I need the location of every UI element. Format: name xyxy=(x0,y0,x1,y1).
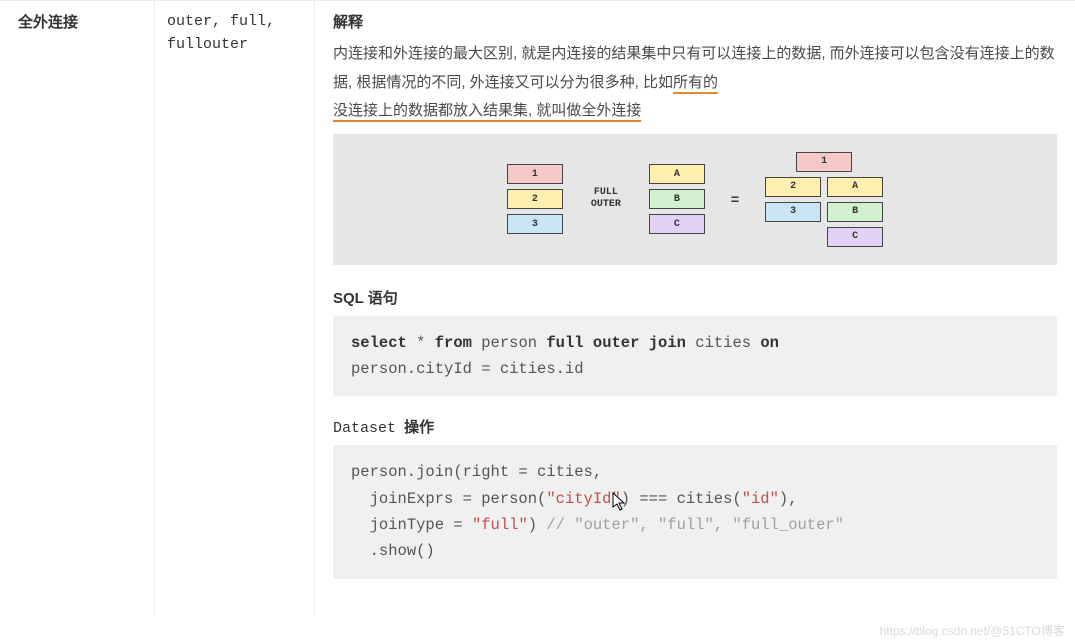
op-line2: OUTER xyxy=(591,199,621,210)
desc-underline-1: 所有的 xyxy=(673,74,718,94)
diagram-cell: C xyxy=(827,227,883,247)
diagram-cell: 3 xyxy=(765,202,821,222)
txt xyxy=(639,334,648,352)
equals-sign: = xyxy=(727,191,743,207)
kw-outer: outer xyxy=(593,334,640,352)
ds-l2c: ), xyxy=(779,490,798,508)
sql-line2: person.cityId = cities.id xyxy=(351,360,584,378)
txt: * xyxy=(407,334,435,352)
diagram-cell: C xyxy=(649,214,705,234)
keywords-cell: outer, full, fullouter xyxy=(155,1,315,615)
sql-code-block: select * from person full outer join cit… xyxy=(333,316,1057,397)
dataset-code-block: person.join(right = cities, joinExprs = … xyxy=(333,445,1057,578)
ds-l3s: "full" xyxy=(472,516,528,534)
ds-l1: person.join(right = cities, xyxy=(351,463,602,481)
txt: person xyxy=(472,334,546,352)
kw-full: full xyxy=(546,334,583,352)
diagram-cell: B xyxy=(827,202,883,222)
section-title-explain: 解释 xyxy=(333,11,1057,32)
ds-l3a: joinType = xyxy=(351,516,472,534)
ds-l2a: joinExprs = person( xyxy=(351,490,546,508)
diagram-cell: 3 xyxy=(507,214,563,234)
kw-on: on xyxy=(760,334,779,352)
section-title-sql: SQL 语句 xyxy=(333,287,1057,308)
ds-comment: // "outer", "full", "full_outer" xyxy=(546,516,844,534)
dataset-mono: Dataset xyxy=(333,420,396,437)
kw-from: from xyxy=(435,334,472,352)
ds-l4: .show() xyxy=(351,542,435,560)
ds-l3b: ) xyxy=(528,516,547,534)
section-title-dataset: Dataset 操作 xyxy=(333,416,1057,437)
ds-l2s1: "cityId" xyxy=(546,490,620,508)
kw-join: join xyxy=(649,334,686,352)
desc-underline-2: 没连接上的数据都放入结果集, 就叫做全外连接 xyxy=(333,102,641,122)
diagram-cell: A xyxy=(827,177,883,197)
diagram-operator: FULL OUTER xyxy=(585,187,627,211)
watermark-text: https://blog.csdn.net/@51CTO博客 xyxy=(880,622,1065,639)
diagram-cell: 2 xyxy=(765,177,821,197)
kw-select: select xyxy=(351,334,407,352)
diagram-cell: 2 xyxy=(507,189,563,209)
diagram-cell: 1 xyxy=(507,164,563,184)
diagram-cell: 1 xyxy=(796,152,852,172)
description-text: 内连接和外连接的最大区别, 就是内连接的结果集中只有可以连接上的数据, 而外连接… xyxy=(333,40,1057,126)
diagram-cell: B xyxy=(649,189,705,209)
op-line1: FULL xyxy=(594,187,618,198)
dataset-rest: 操作 xyxy=(400,419,434,436)
content-cell: 解释 内连接和外连接的最大区别, 就是内连接的结果集中只有可以连接上的数据, 而… xyxy=(315,1,1075,615)
ds-l2s2: "id" xyxy=(742,490,779,508)
diagram-left-set: 1 2 3 xyxy=(507,164,563,234)
join-diagram: 1 2 3 FULL OUTER A B C = 1 2 A xyxy=(333,134,1057,265)
ds-l2b: ) === cities( xyxy=(621,490,742,508)
table-row: 全外连接 outer, full, fullouter 解释 内连接和外连接的最… xyxy=(0,0,1075,615)
diagram-cell: A xyxy=(649,164,705,184)
row-label: 全外连接 xyxy=(0,1,155,615)
txt: cities xyxy=(686,334,760,352)
txt xyxy=(584,334,593,352)
diagram-right-set: A B C xyxy=(649,164,705,234)
diagram-result: 1 2 A 3 B C xyxy=(765,152,883,247)
